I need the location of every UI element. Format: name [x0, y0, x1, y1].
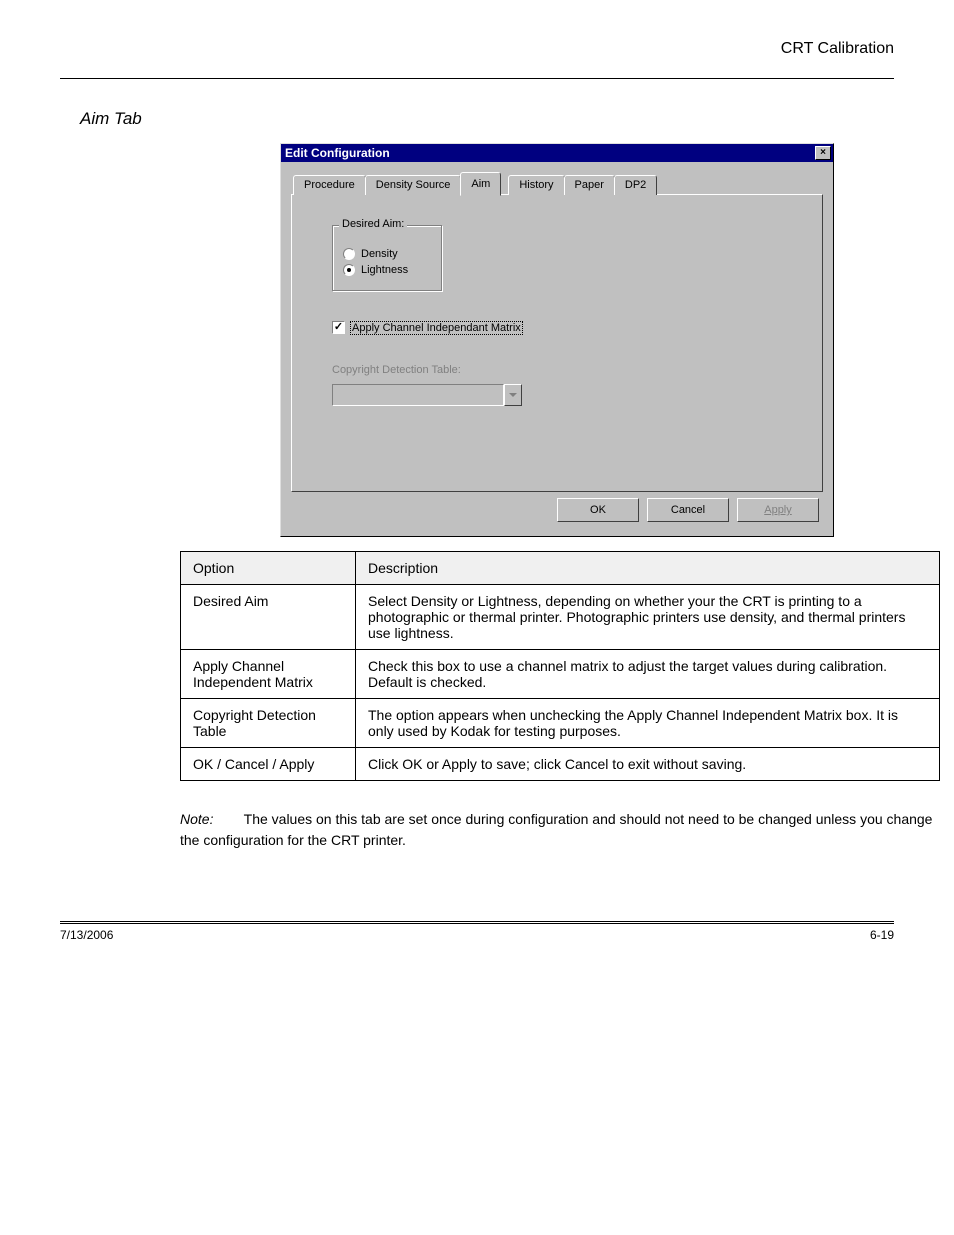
- table-row: Apply Channel Independent Matrix Check t…: [181, 650, 940, 699]
- table-row: OK / Cancel / Apply Click OK or Apply to…: [181, 748, 940, 781]
- apply-button: Apply: [737, 498, 819, 522]
- tab-history[interactable]: History: [508, 175, 564, 195]
- cell-option: Apply Channel Independent Matrix: [181, 650, 356, 699]
- th-description: Description: [356, 552, 940, 585]
- note: Note: The values on this tab are set onc…: [180, 809, 940, 851]
- cancel-button[interactable]: Cancel: [647, 498, 729, 522]
- radio-lightness-label: Lightness: [361, 264, 408, 276]
- table-row: Desired Aim Select Density or Lightness,…: [181, 585, 940, 650]
- tab-density-source[interactable]: Density Source: [365, 175, 462, 195]
- combo-dropdown-button: [504, 384, 522, 406]
- cell-option: Desired Aim: [181, 585, 356, 650]
- footer: 7/13/2006 6-19: [60, 921, 894, 942]
- apply-cim-checkbox[interactable]: ✓ Apply Channel Independant Matrix: [332, 321, 802, 334]
- footer-date: 7/13/2006: [60, 928, 113, 942]
- copyright-detection-label: Copyright Detection Table:: [332, 364, 802, 376]
- table-row: Copyright Detection Table The option app…: [181, 699, 940, 748]
- radio-density-label: Density: [361, 248, 398, 260]
- cell-desc: Check this box to use a channel matrix t…: [356, 650, 940, 699]
- tab-procedure[interactable]: Procedure: [293, 175, 366, 195]
- note-label: Note:: [180, 809, 240, 830]
- desired-aim-group: Desired Aim: Density Lightness: [332, 225, 442, 291]
- dialog-button-row: OK Cancel Apply: [291, 492, 823, 526]
- ok-button[interactable]: OK: [557, 498, 639, 522]
- top-rule: [60, 78, 894, 79]
- apply-cim-label: Apply Channel Independant Matrix: [351, 322, 522, 334]
- options-table: Option Description Desired Aim Select De…: [180, 551, 940, 781]
- checkbox-indicator: ✓: [332, 321, 345, 334]
- tab-panel-aim: Desired Aim: Density Lightness ✓: [291, 194, 823, 492]
- chevron-down-icon: [509, 393, 517, 397]
- radio-lightness[interactable]: Lightness: [343, 264, 431, 276]
- combo-field: [332, 384, 504, 406]
- footer-page: 6-19: [870, 928, 894, 942]
- copyright-detection-combo: [332, 384, 522, 406]
- edit-configuration-dialog: Edit Configuration × Procedure Density S…: [280, 143, 834, 537]
- note-text: The values on this tab are set once duri…: [180, 811, 932, 848]
- close-icon: ×: [820, 147, 826, 158]
- radio-density-indicator: [343, 248, 355, 260]
- cell-option: OK / Cancel / Apply: [181, 748, 356, 781]
- tab-paper[interactable]: Paper: [564, 175, 615, 195]
- tab-strip: Procedure Density Source Aim History Pap…: [293, 172, 823, 195]
- tab-aim[interactable]: Aim: [460, 172, 501, 196]
- cell-desc: Click OK or Apply to save; click Cancel …: [356, 748, 940, 781]
- tab-dp2[interactable]: DP2: [614, 175, 657, 195]
- radio-density[interactable]: Density: [343, 248, 431, 260]
- cell-desc: The option appears when unchecking the A…: [356, 699, 940, 748]
- cell-option: Copyright Detection Table: [181, 699, 356, 748]
- close-button[interactable]: ×: [815, 146, 831, 160]
- titlebar: Edit Configuration ×: [281, 144, 833, 162]
- desired-aim-legend: Desired Aim:: [339, 218, 407, 230]
- section-heading: Aim Tab: [80, 109, 894, 129]
- radio-lightness-indicator: [343, 264, 355, 276]
- dialog-title: Edit Configuration: [285, 146, 390, 160]
- th-option: Option: [181, 552, 356, 585]
- cell-desc: Select Density or Lightness, depending o…: [356, 585, 940, 650]
- header-right: CRT Calibration: [60, 40, 894, 58]
